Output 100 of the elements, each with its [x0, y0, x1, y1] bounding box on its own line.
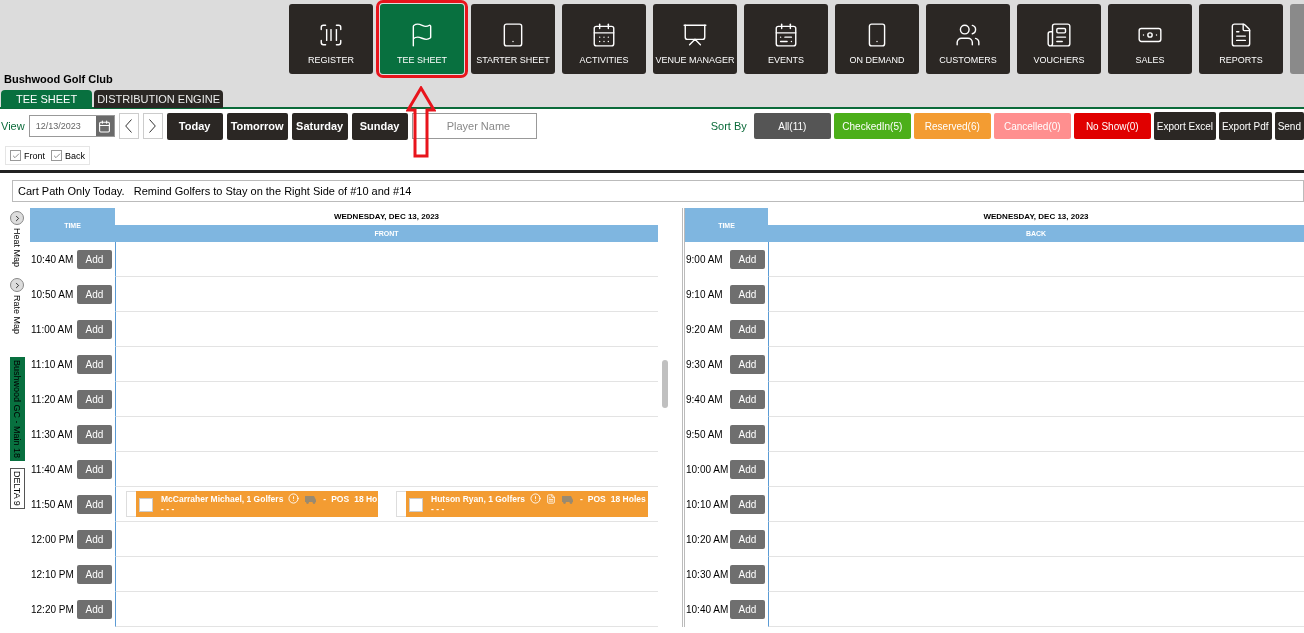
tee-slot[interactable]: [115, 312, 658, 347]
export-button[interactable]: Send: [1274, 112, 1304, 140]
add-button[interactable]: Add: [77, 285, 112, 304]
side-label: Heat Map: [12, 228, 22, 268]
nav-button[interactable]: STARTER SHEET: [471, 4, 555, 74]
tee-slot[interactable]: [768, 347, 1304, 382]
day-button[interactable]: Sunday: [351, 112, 408, 140]
add-button[interactable]: Add: [730, 320, 765, 339]
add-button[interactable]: Add: [730, 530, 765, 549]
tee-time: 12:00 PM: [31, 534, 74, 545]
day-button[interactable]: Tomorrow: [226, 112, 288, 140]
expand-button[interactable]: [10, 211, 24, 225]
chevron-right-icon: [149, 119, 157, 133]
tee-slot[interactable]: [768, 277, 1304, 312]
alert-icon: [530, 493, 541, 504]
nav-button[interactable]: [1290, 4, 1304, 74]
add-button[interactable]: Add: [77, 425, 112, 444]
add-button[interactable]: Add: [730, 390, 765, 409]
add-button[interactable]: Add: [730, 600, 765, 619]
date-field[interactable]: 12/13/2023: [28, 115, 115, 137]
tee-slot[interactable]: [768, 452, 1304, 487]
previous-day-button[interactable]: [118, 113, 139, 139]
add-button[interactable]: Add: [77, 495, 112, 514]
nav-button[interactable]: REPORTS: [1199, 4, 1283, 74]
add-button[interactable]: Add: [77, 460, 112, 479]
cart-status: -: [323, 493, 327, 504]
tee-slot[interactable]: [115, 382, 658, 417]
add-button[interactable]: Add: [77, 250, 112, 269]
add-button[interactable]: Add: [77, 600, 112, 619]
day-button[interactable]: Today: [166, 112, 223, 140]
tee-time: 10:40 AM: [31, 254, 74, 265]
tee-time: 11:00 AM: [31, 324, 73, 335]
add-button[interactable]: Add: [77, 390, 112, 409]
filter-button[interactable]: All(11): [753, 113, 831, 139]
nav-button[interactable]: REGISTER: [289, 4, 373, 74]
cart-status: -: [580, 493, 583, 504]
nav-button[interactable]: EVENTS: [744, 4, 828, 74]
checkbox[interactable]: [10, 150, 21, 161]
add-button[interactable]: Add: [730, 565, 765, 584]
add-button[interactable]: Add: [77, 320, 112, 339]
tee-time: 10:10 AM: [686, 499, 729, 510]
add-button[interactable]: Add: [730, 250, 765, 269]
filter-button[interactable]: CheckedIn(5): [833, 113, 911, 139]
calendar-icon: [773, 22, 799, 48]
nav-button[interactable]: SALES: [1108, 4, 1192, 74]
course-tab[interactable]: Bushwood GC - Main 18: [9, 357, 25, 462]
checkbox[interactable]: [51, 150, 62, 161]
add-button[interactable]: Add: [730, 425, 765, 444]
calendar-icon: [591, 22, 617, 48]
tee-slot[interactable]: [115, 347, 658, 382]
add-button[interactable]: Add: [77, 355, 112, 374]
tee-slot[interactable]: [115, 452, 658, 487]
nav-button[interactable]: CUSTOMERS: [926, 4, 1010, 74]
nav-button[interactable]: VOUCHERS: [1017, 4, 1101, 74]
tee-slot[interactable]: [115, 277, 658, 312]
player-search-field[interactable]: Player Name: [411, 113, 537, 139]
nav-button[interactable]: ACTIVITIES: [562, 4, 646, 74]
chevron-left-icon: [125, 119, 133, 133]
tee-time: 12:10 PM: [31, 569, 74, 580]
tee-slot[interactable]: [768, 522, 1304, 557]
sort-label: Sort By: [710, 120, 747, 132]
tee-slot[interactable]: [768, 592, 1304, 627]
tee-time: 10:00 AM: [686, 464, 729, 475]
tee-slot[interactable]: [768, 382, 1304, 417]
booking-checkbox[interactable]: [409, 498, 423, 512]
course-tab[interactable]: DELTA 9: [9, 468, 25, 509]
nav-button[interactable]: ON DEMAND: [835, 4, 919, 74]
view-label: View: [1, 120, 25, 132]
tee-slot[interactable]: [115, 557, 658, 592]
next-day-button[interactable]: [142, 113, 163, 139]
expand-button[interactable]: [10, 278, 24, 293]
tab[interactable]: DISTRIBUTION ENGINE: [94, 90, 223, 108]
tee-slot[interactable]: [115, 592, 658, 627]
add-button[interactable]: Add: [77, 530, 112, 549]
export-button[interactable]: Export Excel: [1153, 112, 1216, 140]
tee-slot[interactable]: [115, 522, 658, 557]
tee-slot[interactable]: [768, 312, 1304, 347]
tee-slot[interactable]: [768, 417, 1304, 452]
add-button[interactable]: Add: [730, 285, 765, 304]
add-button[interactable]: Add: [77, 565, 112, 584]
add-button[interactable]: Add: [730, 355, 765, 374]
booking-name: Hutson Ryan, 1 Golfers: [431, 493, 525, 504]
booking-checkbox[interactable]: [139, 498, 153, 512]
add-button[interactable]: Add: [730, 460, 765, 479]
tab[interactable]: TEE SHEET: [1, 90, 93, 108]
checkbox-label: Front: [24, 150, 45, 161]
export-button[interactable]: Export Pdf: [1218, 112, 1272, 140]
note-icon: [546, 493, 556, 504]
tee-slot[interactable]: [115, 417, 658, 452]
tee-slot[interactable]: [768, 557, 1304, 592]
tee-time: 9:00 AM: [686, 254, 723, 265]
annotation-arrow: [406, 86, 436, 158]
date-header: WEDNESDAY, DEC 13, 2023: [332, 211, 441, 223]
filter-button[interactable]: No Show(0): [1073, 113, 1151, 139]
tee-slot[interactable]: [768, 487, 1304, 522]
day-button[interactable]: Saturday: [291, 112, 348, 140]
nav-button[interactable]: VENUE MANAGER: [653, 4, 737, 74]
tee-slot[interactable]: [115, 242, 658, 277]
tee-slot[interactable]: [768, 242, 1304, 277]
add-button[interactable]: Add: [730, 495, 765, 514]
